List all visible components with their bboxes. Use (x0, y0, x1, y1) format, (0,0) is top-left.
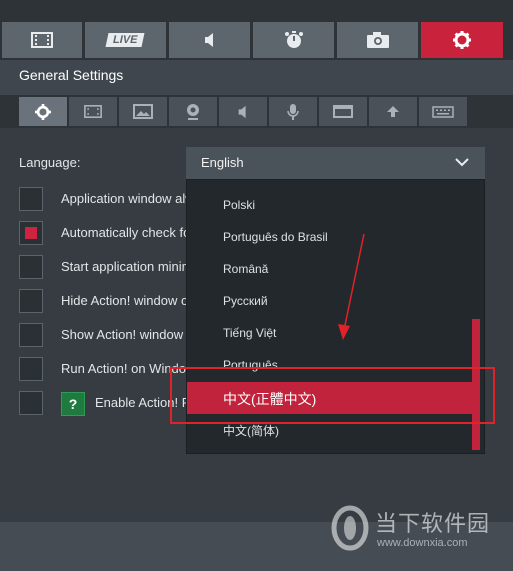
live-label: LIVE (111, 34, 139, 46)
option-checkbox[interactable] (19, 391, 43, 415)
option-checkbox[interactable] (19, 255, 43, 279)
option-checkbox[interactable] (19, 221, 43, 245)
option-label: Start application minim (61, 259, 193, 274)
webcam-icon (187, 103, 199, 120)
gear-icon (35, 103, 51, 120)
microphone-icon (287, 103, 299, 120)
tab-benchmark[interactable] (253, 22, 334, 58)
tab-live[interactable]: LIVE (85, 22, 166, 58)
gear-icon (453, 31, 471, 49)
subtab-microphone[interactable] (269, 97, 317, 126)
option-checkbox[interactable] (19, 357, 43, 381)
subtab-webcam[interactable] (169, 97, 217, 126)
subtab-hotkeys[interactable] (419, 97, 467, 126)
window-icon (333, 105, 353, 118)
subtab-general[interactable] (19, 97, 67, 126)
watermark-brand: 当下软件园 (375, 511, 491, 536)
subtab-image[interactable] (119, 97, 167, 126)
live-badge-icon: LIVE (105, 33, 146, 47)
option-label: Automatically check fo (61, 225, 191, 240)
chevron-down-icon (455, 158, 469, 167)
language-label: Language: (19, 155, 81, 170)
watermark-url: www.downxia.com (377, 537, 468, 549)
subtab-audio[interactable] (219, 97, 267, 126)
language-dropdown-value: English (201, 155, 244, 170)
option-checkbox[interactable] (19, 323, 43, 347)
speaker-icon (204, 33, 213, 47)
subtab-video[interactable] (69, 97, 117, 126)
subtab-upload[interactable] (369, 97, 417, 126)
help-button[interactable]: ? (61, 392, 85, 416)
page-title: General Settings (19, 67, 124, 83)
tab-video[interactable] (2, 22, 82, 58)
camera-icon (366, 32, 389, 48)
option-label: Show Action! window w (61, 327, 197, 342)
film-icon (31, 32, 53, 48)
watermark-logo-icon (331, 505, 369, 551)
option-checkbox[interactable] (19, 289, 43, 313)
stopwatch-icon (284, 31, 303, 48)
option-checkbox[interactable] (19, 187, 43, 211)
list-item[interactable]: Polski (187, 190, 473, 222)
tab-audio[interactable] (169, 22, 250, 58)
annotation-highlight-box (170, 367, 495, 424)
subtab-window[interactable] (319, 97, 367, 126)
language-dropdown[interactable]: English (186, 147, 485, 179)
image-icon (133, 104, 153, 119)
tab-screenshot[interactable] (337, 22, 418, 58)
option-label: Hide Action! window or (61, 293, 193, 308)
upload-arrow-icon (387, 105, 399, 117)
annotation-arrow (338, 233, 365, 340)
tab-settings[interactable] (421, 22, 503, 58)
option-label: Application window alw (61, 191, 195, 206)
keyboard-icon (432, 105, 454, 118)
film-icon (84, 105, 102, 118)
watermark: 当下软件园 www.downxia.com (330, 500, 510, 560)
speaker-icon (238, 105, 246, 118)
